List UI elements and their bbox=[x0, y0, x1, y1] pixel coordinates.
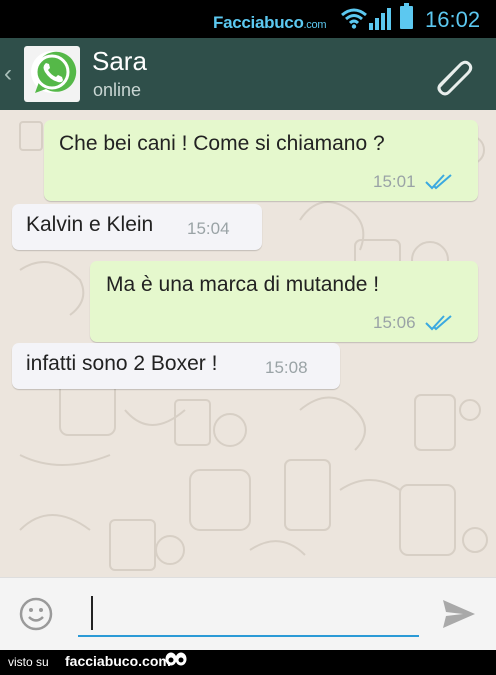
message-text: Che bei cani ! Come si chiamano ? bbox=[59, 132, 385, 155]
watermark-footer: visto su facciabuco.com bbox=[0, 650, 496, 675]
chat-header: ‹ Sara online bbox=[0, 38, 496, 110]
message-text: Kalvin e Klein bbox=[26, 213, 154, 236]
status-brand-name: Facciabuco bbox=[213, 13, 304, 32]
double-check-icon bbox=[425, 315, 452, 331]
avatar[interactable] bbox=[24, 46, 80, 102]
status-time: 16:02 bbox=[425, 7, 481, 32]
message-bubble-incoming[interactable]: infatti sono 2 Boxer ! 15:08 bbox=[12, 343, 340, 389]
contact-name[interactable]: Sara bbox=[92, 46, 147, 77]
send-icon[interactable] bbox=[441, 598, 477, 630]
message-bubble-incoming[interactable]: Kalvin e Klein 15:04 bbox=[12, 204, 262, 250]
smiley-icon[interactable] bbox=[19, 597, 53, 631]
message-bubble-outgoing[interactable]: Che bei cani ! Come si chiamano ? 15:01 bbox=[44, 120, 478, 201]
message-time: 15:04 bbox=[187, 219, 230, 238]
signal-icon bbox=[369, 8, 391, 30]
message-time: 15:06 bbox=[373, 313, 416, 332]
message-text: infatti sono 2 Boxer ! bbox=[26, 352, 218, 375]
footer-visto-label: visto su bbox=[8, 655, 49, 669]
message-input-bar bbox=[0, 577, 496, 650]
double-check-icon bbox=[425, 174, 452, 190]
message-text: Ma è una marca di mutande ! bbox=[106, 273, 380, 296]
chevron-left-icon[interactable]: ‹ bbox=[4, 60, 12, 88]
message-time: 15:01 bbox=[373, 172, 416, 191]
chat-area: Che bei cani ! Come si chiamano ? 15:01 … bbox=[0, 110, 496, 577]
contact-status: online bbox=[93, 80, 142, 100]
status-brand-tld: .com bbox=[303, 19, 327, 31]
paperclip-icon[interactable] bbox=[432, 56, 476, 96]
battery-icon bbox=[400, 3, 413, 29]
whatsapp-logo-icon bbox=[31, 51, 77, 93]
footer-site-name[interactable]: facciabuco.com bbox=[65, 653, 171, 669]
eyes-logo-icon bbox=[165, 652, 187, 666]
wifi-icon bbox=[341, 8, 367, 29]
message-time: 15:08 bbox=[265, 358, 308, 377]
text-cursor bbox=[91, 596, 93, 630]
message-bubble-outgoing[interactable]: Ma è una marca di mutande ! 15:06 bbox=[90, 261, 478, 342]
status-bar: Facciabuco.com 16:02 bbox=[0, 0, 496, 38]
status-brand: Facciabuco.com bbox=[213, 13, 326, 33]
message-input[interactable] bbox=[78, 592, 419, 637]
